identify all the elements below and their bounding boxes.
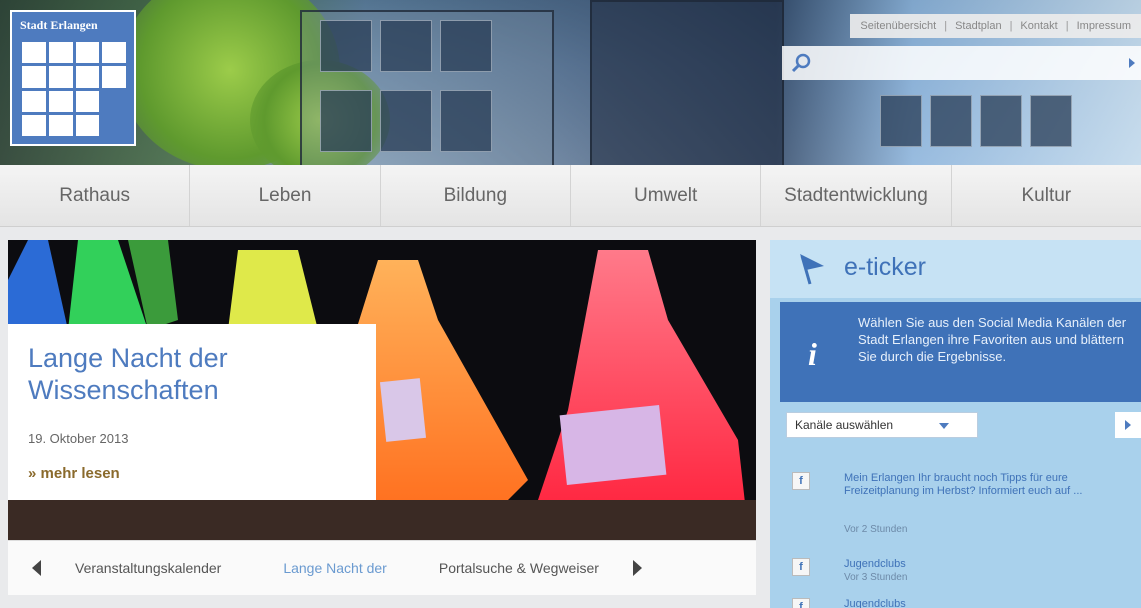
search-icon[interactable] (790, 52, 812, 74)
link-citymap[interactable]: Stadtplan (955, 20, 1001, 32)
e-ticker-panel: e-ticker i Wählen Sie aus den Social Med… (770, 240, 1141, 608)
building-window (980, 95, 1022, 147)
channel-select-row: Kanäle auswählen (786, 412, 1141, 438)
hero-date: 19. Oktober 2013 (28, 431, 129, 446)
channel-select[interactable]: Kanäle auswählen (786, 412, 978, 438)
building-window (320, 90, 372, 152)
building-stairs (590, 0, 784, 165)
main-navigation: Rathaus Leben Bildung Umwelt Stadtentwic… (0, 165, 1141, 227)
link-sitemap[interactable]: Seitenübersicht (860, 20, 936, 32)
building-window (930, 95, 972, 147)
nav-rathaus[interactable]: Rathaus (0, 165, 191, 226)
info-box: i Wählen Sie aus den Social Media Kanäle… (780, 302, 1141, 402)
flag-icon (800, 254, 824, 285)
building-window (440, 90, 492, 152)
carousel-item[interactable]: Veranstaltungskalender (75, 560, 221, 576)
search-submit-icon[interactable] (1129, 58, 1135, 68)
ticker-item-time: Vor 3 Stunden (844, 572, 908, 583)
read-more-link[interactable]: » mehr lesen (28, 465, 120, 482)
chevron-down-icon (939, 423, 949, 429)
logo-grid (22, 42, 126, 136)
carousel-next-icon[interactable] (632, 560, 642, 576)
logo-text: Stadt Erlangen (20, 18, 98, 32)
ticker-item-text[interactable]: Jugendclubs (844, 558, 1124, 571)
channel-go-button[interactable] (1115, 412, 1141, 438)
building-window (380, 20, 432, 72)
carousel-prev-icon[interactable] (32, 560, 41, 576)
info-text: Wählen Sie aus den Social Media Kanälen … (858, 315, 1127, 364)
search-input[interactable] (820, 52, 1104, 76)
carousel-item-active[interactable]: Lange Nacht der (283, 560, 387, 576)
nav-stadtentwicklung[interactable]: Stadtentwicklung (761, 165, 952, 226)
ticker-item-text[interactable]: Mein Erlangen Ihr braucht noch Tipps für… (844, 472, 1124, 498)
info-icon: i (808, 336, 817, 372)
hero-teaser: Lange Nacht der Wissenschaften 19. Oktob… (8, 324, 376, 500)
link-contact[interactable]: Kontakt (1020, 20, 1057, 32)
building-window (440, 20, 492, 72)
arrow-right-icon (1125, 420, 1131, 430)
hero-carousel-nav: Veranstaltungskalender Lange Nacht der P… (8, 540, 756, 595)
search-bar (782, 46, 1141, 80)
facebook-icon: f (792, 558, 810, 576)
nav-leben[interactable]: Leben (190, 165, 381, 226)
building-window (380, 90, 432, 152)
ticker-item-text[interactable]: Jugendclubs (844, 598, 1124, 608)
building-window (320, 20, 372, 72)
nav-kultur[interactable]: Kultur (952, 165, 1141, 226)
header-banner: Stadt Erlangen Seitenübersicht | Stadtpl… (0, 0, 1141, 165)
city-logo[interactable]: Stadt Erlangen (10, 10, 136, 146)
facebook-icon: f (792, 598, 810, 608)
nav-bildung[interactable]: Bildung (381, 165, 571, 226)
building-window (1030, 95, 1072, 147)
e-ticker-header: e-ticker (770, 240, 1141, 298)
channel-select-label: Kanäle auswählen (795, 418, 894, 432)
facebook-icon: f (792, 472, 810, 490)
nav-umwelt[interactable]: Umwelt (571, 165, 762, 226)
service-links: Seitenübersicht | Stadtplan | Kontakt | … (850, 14, 1141, 38)
hero-title[interactable]: Lange Nacht der Wissenschaften (28, 342, 358, 406)
link-imprint[interactable]: Impressum (1077, 20, 1131, 32)
e-ticker-title: e-ticker (844, 253, 926, 281)
ticker-item-time: Vor 2 Stunden (844, 524, 908, 535)
building-window (880, 95, 922, 147)
carousel-item[interactable]: Portalsuche & Wegweiser (439, 560, 599, 576)
